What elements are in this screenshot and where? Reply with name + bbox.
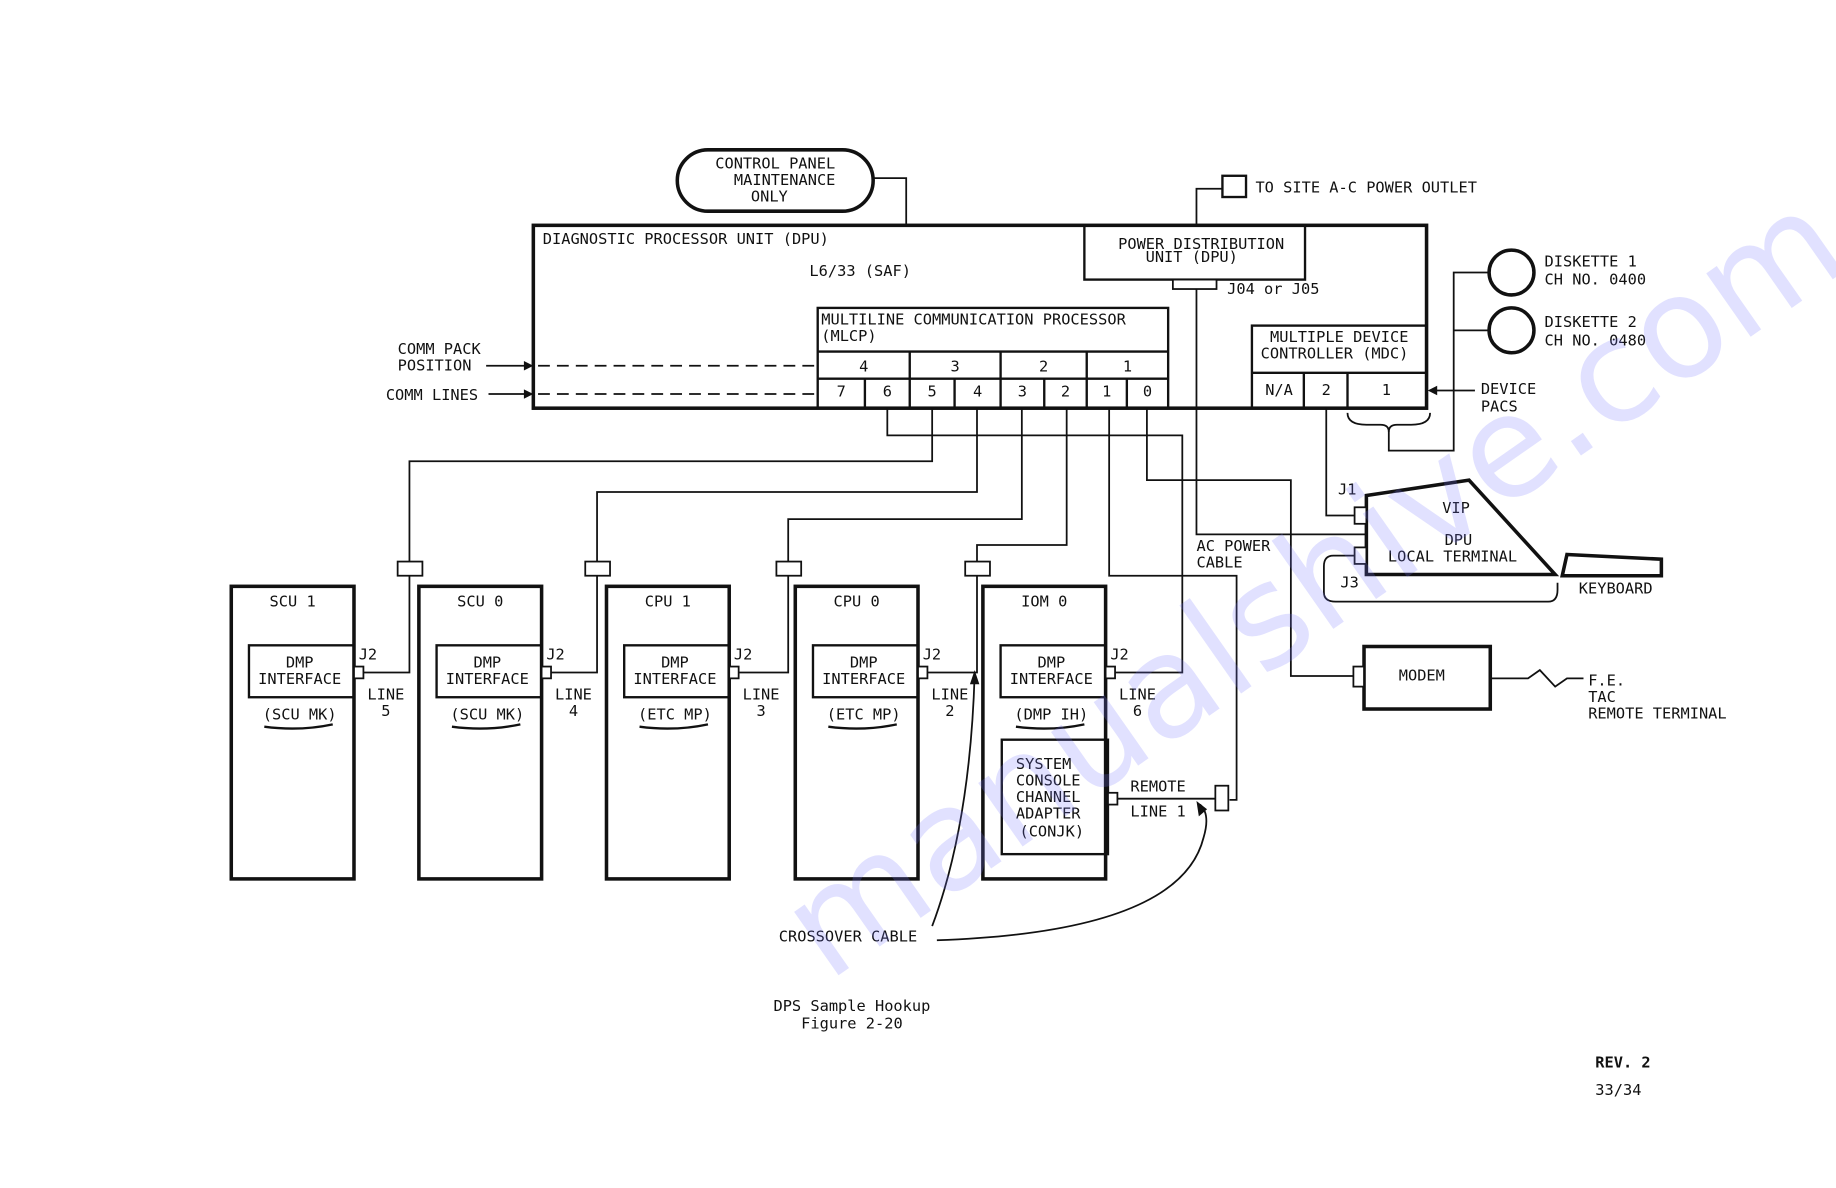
power-outlet-label: TO SITE A-C POWER OUTLET — [1255, 178, 1477, 196]
cable-connector-icon — [964, 560, 991, 577]
comm-line-number: 7 — [837, 382, 846, 400]
power-outlet-icon — [1221, 174, 1248, 199]
j2-label: J2 — [734, 645, 752, 663]
line-label: 5 — [381, 702, 390, 720]
unit-sub-label: (ETC MP) — [638, 706, 712, 724]
comm-pack-label: POSITION — [398, 356, 472, 374]
j2-connector-icon — [353, 665, 365, 680]
j2-connector-icon — [917, 665, 929, 680]
line-label: 3 — [756, 702, 765, 720]
dps-hookup-diagram: CONTROL PANEL MAINTENANCE ONLY TO SITE A… — [229, 148, 1836, 1099]
unit-sub-label: (SCU MK) — [450, 706, 524, 724]
fe-terminal-label: F.E. — [1588, 671, 1625, 689]
unit-sub-label: (ETC MP) — [827, 706, 901, 724]
diskette-1-icon — [1487, 248, 1536, 297]
control-panel-line: MAINTENANCE — [734, 171, 836, 189]
dmp-interface-label: INTERFACE — [822, 670, 905, 688]
comm-line-number: 2 — [1061, 382, 1070, 400]
comm-line-number: 4 — [973, 382, 982, 400]
dpu-model: L6/33 (SAF) — [809, 262, 911, 280]
keyboard-icon — [1560, 552, 1664, 578]
dpu-title: DIAGNOSTIC PROCESSOR UNIT (DPU) — [543, 230, 829, 248]
dmp-interface-label: INTERFACE — [633, 670, 716, 688]
unit-title: CPU 1 — [645, 592, 691, 610]
control-panel-line: CONTROL PANEL — [715, 155, 835, 173]
revision-label: REV. 2 — [1595, 1054, 1650, 1072]
dmp-interface-label: DMP — [286, 654, 314, 672]
mdc-line: CONTROLLER (MDC) — [1261, 345, 1409, 363]
caption-figure: Figure 2-20 — [801, 1015, 903, 1033]
unit-title: SCU 1 — [270, 592, 316, 610]
page-number: 33/34 — [1595, 1081, 1641, 1099]
cable-connector-icon — [396, 560, 424, 577]
unit-title: IOM 0 — [1021, 592, 1067, 610]
mdc-line: MULTIPLE DEVICE — [1270, 328, 1408, 346]
unit-sub-label: (SCU MK) — [263, 706, 337, 724]
j2-label: J2 — [359, 645, 377, 663]
comm-line-number: 0 — [1143, 382, 1152, 400]
line-label: LINE — [743, 686, 780, 704]
control-panel-line: ONLY — [751, 188, 788, 206]
comm-pack-number: 3 — [951, 358, 960, 376]
fe-terminal-label: REMOTE TERMINAL — [1588, 704, 1726, 722]
unit-title: SCU 0 — [457, 592, 503, 610]
line-label: 4 — [569, 702, 578, 720]
comm-pack-number: 4 — [859, 358, 868, 376]
j2-connector-icon — [728, 665, 740, 680]
j2-label: J2 — [923, 645, 941, 663]
dmp-interface-label: INTERFACE — [258, 670, 341, 688]
comm-line-number: 5 — [928, 382, 937, 400]
line-label: LINE — [555, 686, 592, 704]
j2-label: J2 — [546, 645, 564, 663]
unit-title: CPU 0 — [834, 592, 880, 610]
comm-pack-number: 2 — [1039, 358, 1048, 376]
modem-label: MODEM — [1399, 667, 1445, 685]
cable-connector-icon — [775, 560, 803, 577]
fe-terminal-label: TAC — [1588, 688, 1616, 706]
unit-cpu-1: CPU 1 DMPINTERFACE (ETC MP) J2 LINE3 — [604, 560, 803, 881]
unit-scu-0: SCU 0 DMPINTERFACE (SCU MK) J2 LINE4 — [417, 560, 611, 881]
mdc-slot: 1 — [1382, 381, 1391, 399]
comm-line-number: 3 — [1018, 382, 1027, 400]
power-connector-icon — [1171, 278, 1218, 290]
cable-connector-icon — [584, 560, 611, 577]
telephone-link-icon — [1490, 668, 1584, 688]
dmp-interface-label: DMP — [850, 654, 878, 672]
control-panel: CONTROL PANEL MAINTENANCE ONLY — [675, 148, 908, 225]
dmp-interface-label: INTERFACE — [446, 670, 529, 688]
mlcp-line: (MLCP) — [821, 327, 876, 345]
mdc-slot: N/A — [1265, 381, 1293, 399]
line-label: LINE — [367, 686, 404, 704]
comm-pack-label: COMM PACK — [398, 340, 482, 358]
line-label: LINE — [931, 686, 968, 704]
mlcp-line: MULTILINE COMMUNICATION PROCESSOR — [821, 310, 1126, 328]
comm-labels: COMM PACK POSITION COMM LINES — [386, 340, 818, 404]
j2-connector-icon — [540, 665, 552, 680]
unit-scu-1: SCU 1 DMPINTERFACE (SCU MK) J2 LINE5 — [229, 560, 424, 881]
dmp-interface-label: DMP — [661, 654, 689, 672]
pdu-line: UNIT (DPU) — [1146, 248, 1238, 266]
line-label: 2 — [945, 702, 954, 720]
comm-line-number: 6 — [883, 382, 892, 400]
comm-line-number: 1 — [1102, 382, 1111, 400]
keyboard-label: KEYBOARD — [1579, 579, 1653, 597]
power-outlet: TO SITE A-C POWER OUTLET — [1195, 174, 1477, 225]
power-connector-label: J04 or J05 — [1227, 280, 1319, 298]
comm-pack-number: 1 — [1123, 358, 1132, 376]
dmp-interface-label: DMP — [473, 654, 501, 672]
mdc-slot: 2 — [1322, 381, 1331, 399]
comm-lines-label: COMM LINES — [386, 386, 478, 404]
dpu-box: DIAGNOSTIC PROCESSOR UNIT (DPU) L6/33 (S… — [531, 223, 1429, 410]
